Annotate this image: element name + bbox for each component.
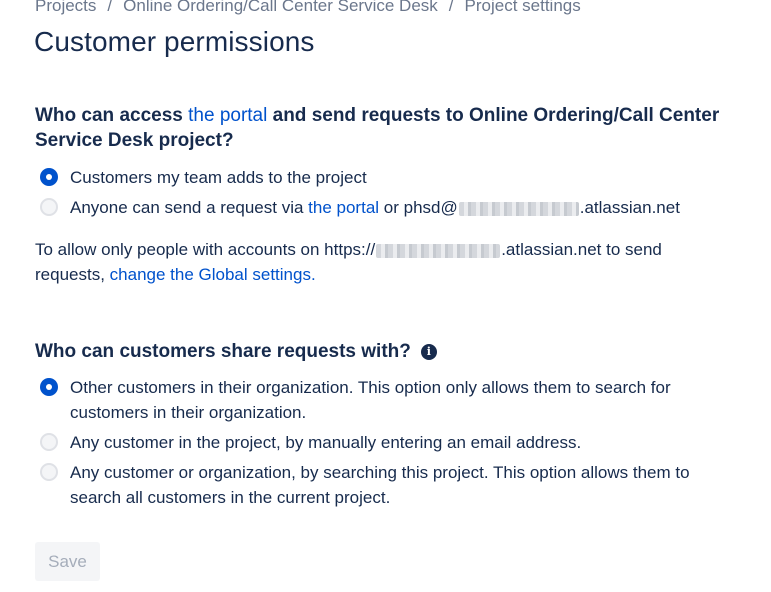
radio-label-suffix: .atlassian.net [579, 198, 680, 217]
page-title: Customer permissions [34, 26, 315, 57]
breadcrumb-project[interactable]: Online Ordering/Call Center Service Desk [123, 0, 438, 16]
note-prefix: To allow only people with accounts on ht… [35, 240, 376, 259]
portal-link[interactable]: the portal [188, 105, 267, 126]
breadcrumb-separator: / [448, 0, 454, 15]
radio-label: Any customer in the project, by manually… [70, 433, 582, 452]
radio-unselected-icon[interactable] [40, 198, 58, 216]
radio-label: Any customer or organization, by searchi… [70, 463, 690, 507]
info-icon[interactable]: i [420, 343, 437, 360]
radio-customers-team-adds[interactable]: Customers my team adds to the project [40, 165, 367, 190]
save-button[interactable]: Save [35, 542, 100, 581]
redacted-text [376, 243, 501, 258]
share-heading: Who can customers share requests with? i [35, 339, 437, 364]
radio-label: Anyone can send a request via the portal… [70, 195, 680, 220]
radio-organization-customers[interactable]: Other customers in their organization. T… [40, 375, 720, 425]
radio-label: Customers my team adds to the project [70, 168, 367, 187]
breadcrumb: Projects / Online Ordering/Call Center S… [35, 0, 581, 16]
radio-label-prefix: Anyone can send a request via [70, 198, 309, 217]
share-heading-text: Who can customers share requests with? [35, 341, 411, 362]
breadcrumb-projects[interactable]: Projects [35, 0, 96, 16]
radio-label: Other customers in their organization. T… [70, 378, 671, 422]
radio-selected-icon[interactable] [40, 168, 58, 186]
breadcrumb-project-settings[interactable]: Project settings [465, 0, 581, 16]
radio-any-customer-email[interactable]: Any customer in the project, by manually… [40, 430, 720, 455]
access-heading: Who can access the portal and send reque… [35, 103, 745, 153]
breadcrumb-separator: / [107, 0, 113, 15]
radio-anyone-can-send[interactable]: Anyone can send a request via the portal… [40, 195, 680, 220]
portal-link[interactable]: the portal [308, 198, 379, 217]
radio-unselected-icon[interactable] [40, 433, 58, 451]
change-global-settings-link[interactable]: change the Global settings. [110, 265, 316, 284]
radio-label-mid: or phsd@ [379, 198, 458, 217]
radio-unselected-icon[interactable] [40, 463, 58, 481]
redacted-text [458, 201, 579, 216]
radio-selected-icon[interactable] [40, 378, 58, 396]
global-settings-note: To allow only people with accounts on ht… [35, 237, 735, 287]
access-heading-prefix: Who can access [35, 105, 189, 126]
radio-any-customer-or-organization[interactable]: Any customer or organization, by searchi… [40, 460, 720, 510]
